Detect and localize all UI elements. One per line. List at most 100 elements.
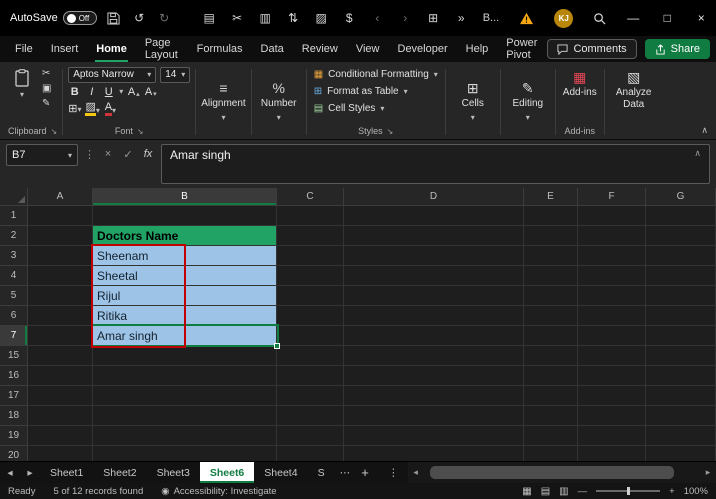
enter-button[interactable]: ✓ [121, 144, 135, 161]
row-header-18[interactable]: 18 [0, 406, 28, 426]
bold-button[interactable]: B [68, 86, 81, 98]
cell-F19[interactable] [578, 426, 646, 446]
cell-D2[interactable] [344, 226, 524, 246]
row-header-17[interactable]: 17 [0, 386, 28, 406]
cell-D6[interactable] [344, 306, 524, 326]
cell-C1[interactable] [277, 206, 344, 226]
page-layout-view-icon[interactable]: ▤ [541, 486, 550, 497]
row-header-20[interactable]: 20 [0, 446, 28, 461]
save-icon[interactable] [107, 11, 122, 25]
cell-A20[interactable] [28, 446, 93, 461]
cell-A1[interactable] [28, 206, 93, 226]
cell-F3[interactable] [578, 246, 646, 266]
cell-styles-button[interactable]: ▤ Cell Styles [312, 100, 440, 117]
cell-A5[interactable] [28, 286, 93, 306]
column-header-C[interactable]: C [277, 188, 344, 206]
font-size-select[interactable]: 14 [160, 66, 191, 83]
clipboard-dialog-launcher-icon[interactable]: ↘ [51, 127, 58, 136]
cell-G17[interactable] [646, 386, 716, 406]
autosave-switch[interactable]: Off [62, 11, 97, 25]
cell-F5[interactable] [578, 286, 646, 306]
cell-F7[interactable] [578, 326, 646, 346]
cell-B6[interactable]: Ritika [93, 306, 277, 326]
scrollbar-thumb[interactable] [429, 466, 674, 479]
row-header-16[interactable]: 16 [0, 366, 28, 386]
cell-F6[interactable] [578, 306, 646, 326]
zoom-out-button[interactable]: — [578, 486, 588, 497]
cell-F16[interactable] [578, 366, 646, 386]
column-header-G[interactable]: G [646, 188, 716, 206]
cell-C7[interactable] [277, 326, 344, 346]
name-box[interactable]: B7 [6, 144, 78, 166]
search-icon[interactable] [583, 12, 616, 25]
cell-E6[interactable] [524, 306, 578, 326]
cell-B19[interactable] [93, 426, 277, 446]
row-header-15[interactable]: 15 [0, 346, 28, 366]
cell-F18[interactable] [578, 406, 646, 426]
cell-C19[interactable] [277, 426, 344, 446]
share-button[interactable]: Share [644, 39, 710, 59]
select-all-corner[interactable] [0, 188, 28, 206]
addins-button[interactable]: ▦ Add-ins [561, 66, 599, 102]
cell-D1[interactable] [344, 206, 524, 226]
cell-E4[interactable] [524, 266, 578, 286]
sheet-tab-sheet2[interactable]: Sheet2 [93, 462, 146, 483]
warning-icon[interactable] [509, 12, 544, 25]
undo-icon[interactable]: ↺ [132, 12, 147, 24]
toolbar-overflow-icon[interactable]: » [454, 12, 469, 24]
normal-view-icon[interactable]: ▦ [522, 486, 531, 497]
cell-A16[interactable] [28, 366, 93, 386]
paste-button[interactable] [8, 66, 36, 110]
cell-B15[interactable] [93, 346, 277, 366]
sheet-tab-sheet6[interactable]: Sheet6 [199, 462, 255, 483]
font-dialog-launcher-icon[interactable]: ↘ [137, 127, 144, 136]
zoom-in-button[interactable]: + [669, 486, 675, 497]
redo-icon[interactable]: ↻ [157, 12, 172, 24]
tab-help[interactable]: Help [457, 36, 498, 62]
cell-B18[interactable] [93, 406, 277, 426]
tab-power-pivot[interactable]: Power Pivot [497, 36, 547, 62]
cell-G15[interactable] [646, 346, 716, 366]
comments-button[interactable]: Comments [547, 39, 637, 59]
cell-G4[interactable] [646, 266, 716, 286]
column-header-F[interactable]: F [578, 188, 646, 206]
cell-G1[interactable] [646, 206, 716, 226]
cell-G19[interactable] [646, 426, 716, 446]
row-header-5[interactable]: 5 [0, 286, 28, 306]
cell-E1[interactable] [524, 206, 578, 226]
format-as-table-button[interactable]: ⊞ Format as Table [312, 83, 440, 100]
cell-C20[interactable] [277, 446, 344, 461]
row-header-7[interactable]: 7 [0, 326, 28, 346]
cell-D7[interactable] [344, 326, 524, 346]
cell-E17[interactable] [524, 386, 578, 406]
sheet-tab-sheet3[interactable]: Sheet3 [147, 462, 200, 483]
tab-insert[interactable]: Insert [42, 36, 88, 62]
row-header-19[interactable]: 19 [0, 426, 28, 446]
tab-developer[interactable]: Developer [389, 36, 457, 62]
cell-E20[interactable] [524, 446, 578, 461]
cell-E16[interactable] [524, 366, 578, 386]
copy-icon[interactable]: ▣ [42, 83, 51, 95]
cell-D5[interactable] [344, 286, 524, 306]
cell-C18[interactable] [277, 406, 344, 426]
cell-A15[interactable] [28, 346, 93, 366]
tab-formulas[interactable]: Formulas [188, 36, 252, 62]
cell-E5[interactable] [524, 286, 578, 306]
cell-B2[interactable]: Doctors Name [93, 226, 277, 246]
cell-D3[interactable] [344, 246, 524, 266]
collapse-formula-bar-icon[interactable]: ∧ [694, 148, 701, 159]
page-break-view-icon[interactable]: ▥ [559, 486, 568, 497]
fill-color-icon[interactable]: ▨ [314, 12, 329, 24]
sheet-tab-sheet4[interactable]: Sheet4 [254, 462, 307, 483]
fill-color-button[interactable]: ▨ [85, 101, 99, 116]
cell-A4[interactable] [28, 266, 93, 286]
table-icon[interactable]: ⊞ [426, 12, 441, 24]
scroll-left-icon[interactable]: ◂ [408, 467, 424, 478]
cell-A7[interactable] [28, 326, 93, 346]
scrollbar-track[interactable] [424, 462, 700, 483]
scroll-right-icon[interactable]: ▸ [700, 467, 716, 478]
cell-B7[interactable]: Amar singh [93, 326, 277, 346]
cell-C4[interactable] [277, 266, 344, 286]
format-painter-icon[interactable]: ✎ [42, 98, 51, 110]
row-header-3[interactable]: 3 [0, 246, 28, 266]
